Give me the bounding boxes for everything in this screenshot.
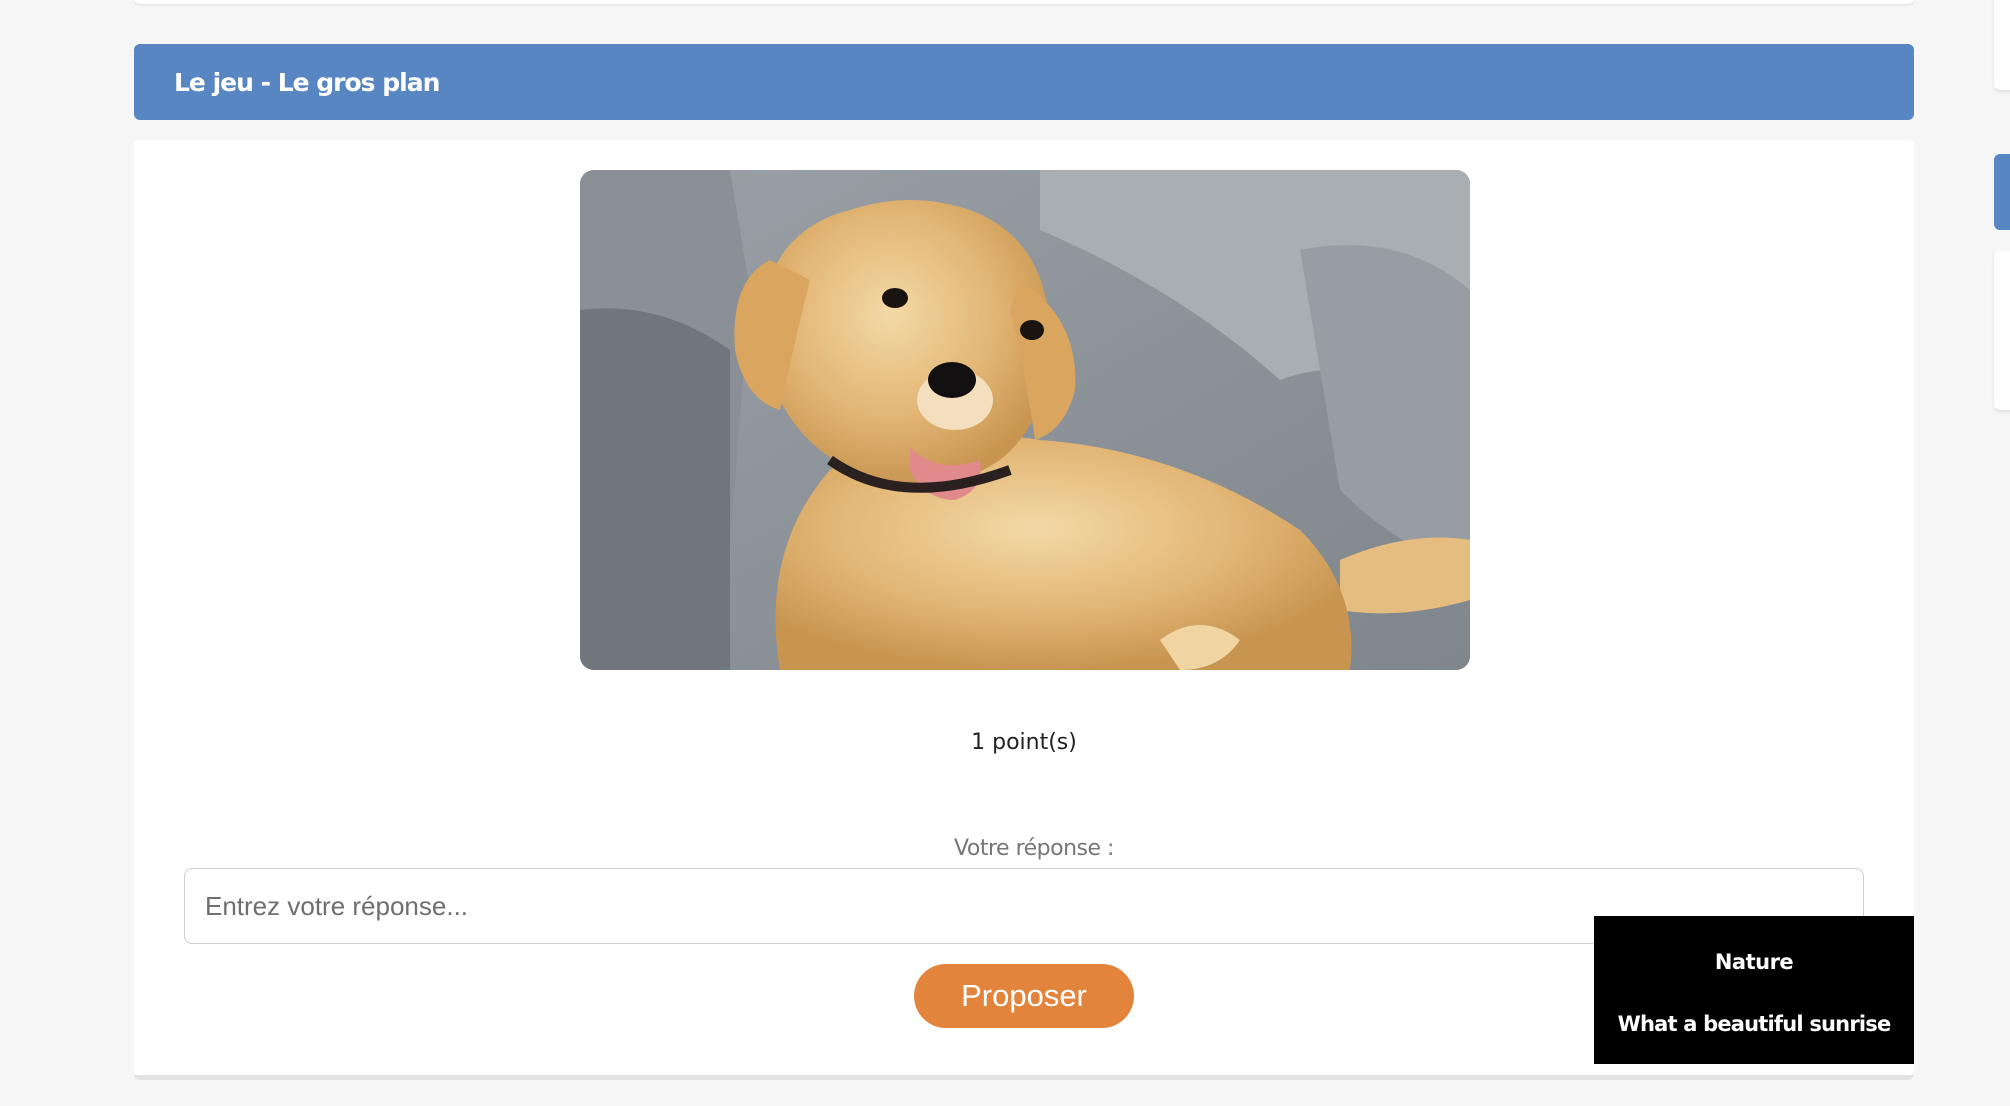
toast-message: What a beautiful sunrise bbox=[1617, 1012, 1892, 1036]
sidebar-header-partial bbox=[1994, 154, 2010, 230]
notification-toast[interactable]: Nature What a beautiful sunrise bbox=[1594, 916, 1914, 1064]
game-title: Le jeu - Le gros plan bbox=[174, 67, 440, 97]
sidebar-card-partial bbox=[1994, 0, 2010, 90]
game-header: Le jeu - Le gros plan bbox=[134, 44, 1914, 120]
game-image bbox=[580, 170, 1470, 670]
previous-card bbox=[134, 0, 1914, 4]
submit-button[interactable]: Proposer bbox=[914, 964, 1134, 1028]
points-text: 1 point(s) bbox=[971, 730, 1077, 755]
toast-title: Nature bbox=[1714, 950, 1794, 974]
sidebar-card-partial bbox=[1994, 250, 2010, 410]
answer-label: Votre réponse : bbox=[954, 836, 1114, 861]
